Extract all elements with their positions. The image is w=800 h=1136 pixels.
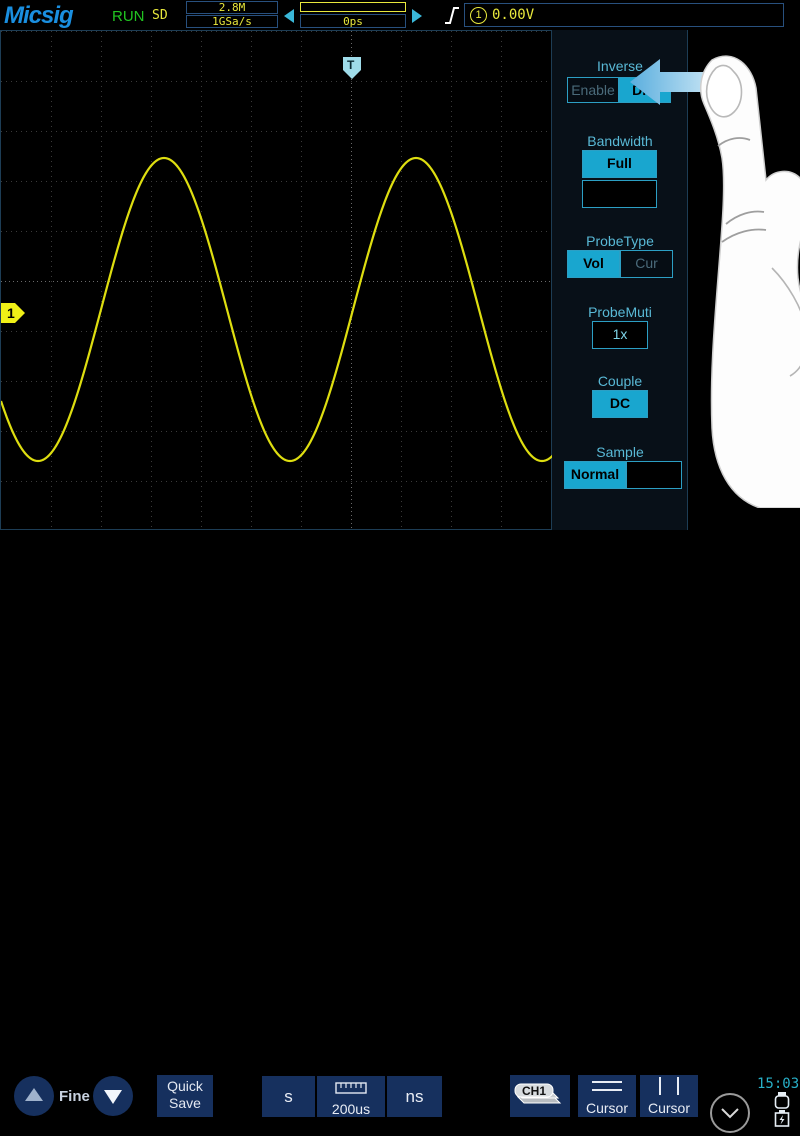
triangle-down-icon (93, 1076, 133, 1116)
timebase-scrollbar[interactable] (300, 2, 406, 12)
channel-1-marker[interactable]: 1 (1, 303, 25, 323)
bottom-toolbar: Fine Quick Save s 200us ns (0, 530, 800, 600)
timebase-group: s 200us ns (262, 1076, 442, 1117)
trigger-T-marker[interactable]: T (342, 57, 362, 79)
horizontal-cursor-icon (578, 1075, 636, 1097)
memory-info-group[interactable]: 2.8M 1GSa/s (186, 1, 278, 29)
sample-normal-button[interactable]: Normal (564, 461, 626, 489)
probetype-vol-button[interactable]: Vol (567, 250, 620, 278)
fine-label: Fine (59, 1088, 90, 1105)
timebase-ns-button[interactable]: ns (387, 1076, 442, 1117)
timebase-s-button[interactable]: s (262, 1076, 315, 1117)
quick-save-line2: Save (157, 1095, 213, 1112)
arrow-left-icon[interactable] (284, 9, 294, 23)
ruler-icon (331, 1080, 371, 1096)
rising-edge-icon[interactable] (444, 6, 460, 24)
ch1-tab-button[interactable]: CH1 (510, 1075, 570, 1117)
probemuti-value-button[interactable]: 1x (592, 321, 648, 349)
chevron-down-circle-icon (712, 1095, 748, 1131)
vertical-cursor-icon (640, 1075, 698, 1097)
sample-rate-value: 1GSa/s (186, 15, 278, 28)
bandwidth-second-button[interactable] (582, 180, 657, 208)
brand-logo: Micsig (4, 2, 73, 30)
timebase-value-button[interactable]: 200us (317, 1076, 385, 1117)
trigger-level-value: 0.00V (492, 7, 534, 23)
svg-text:1: 1 (7, 305, 15, 321)
sd-label: SD (152, 8, 168, 23)
channel-stack-icon: CH1 (510, 1075, 570, 1117)
svg-text:T: T (347, 58, 355, 72)
hand-touch-icon (660, 28, 800, 508)
vertical-cursor-button[interactable]: Cursor (640, 1075, 698, 1117)
waveform-trace (1, 31, 553, 531)
couple-dc-button[interactable]: DC (592, 390, 648, 418)
timebase-value-text: 200us (317, 1101, 385, 1117)
arrow-right-icon[interactable] (412, 9, 422, 23)
quick-save-line1: Quick (157, 1078, 213, 1095)
clock-display: 15:03 (757, 1076, 799, 1092)
time-position-value[interactable]: 0ps (300, 14, 406, 28)
bandwidth-full-button[interactable]: Full (582, 150, 657, 178)
horizontal-cursor-label: Cursor (578, 1100, 636, 1116)
triangle-up-icon (14, 1076, 54, 1116)
usb-drive-icon (774, 1092, 790, 1109)
vertical-cursor-label: Cursor (640, 1100, 698, 1116)
quick-save-button[interactable]: Quick Save (157, 1075, 213, 1117)
increment-down-button[interactable] (93, 1076, 133, 1116)
inverse-enable-button[interactable]: Enable (567, 77, 619, 103)
trigger-channel-badge: 1 (470, 7, 487, 24)
battery-charging-icon (774, 1110, 790, 1127)
expand-toolbar-button[interactable] (710, 1093, 750, 1133)
waveform-display[interactable]: 1 T (0, 30, 552, 530)
ch1-tab-label: CH1 (522, 1084, 546, 1098)
memory-depth-value: 2.8M (186, 1, 278, 14)
increment-up-button[interactable] (14, 1076, 54, 1116)
top-status-bar: Micsig RUN SD 2.8M 1GSa/s 0ps 1 0.00V (0, 0, 800, 30)
horizontal-cursor-button[interactable]: Cursor (578, 1075, 636, 1117)
run-status: RUN (112, 8, 145, 25)
